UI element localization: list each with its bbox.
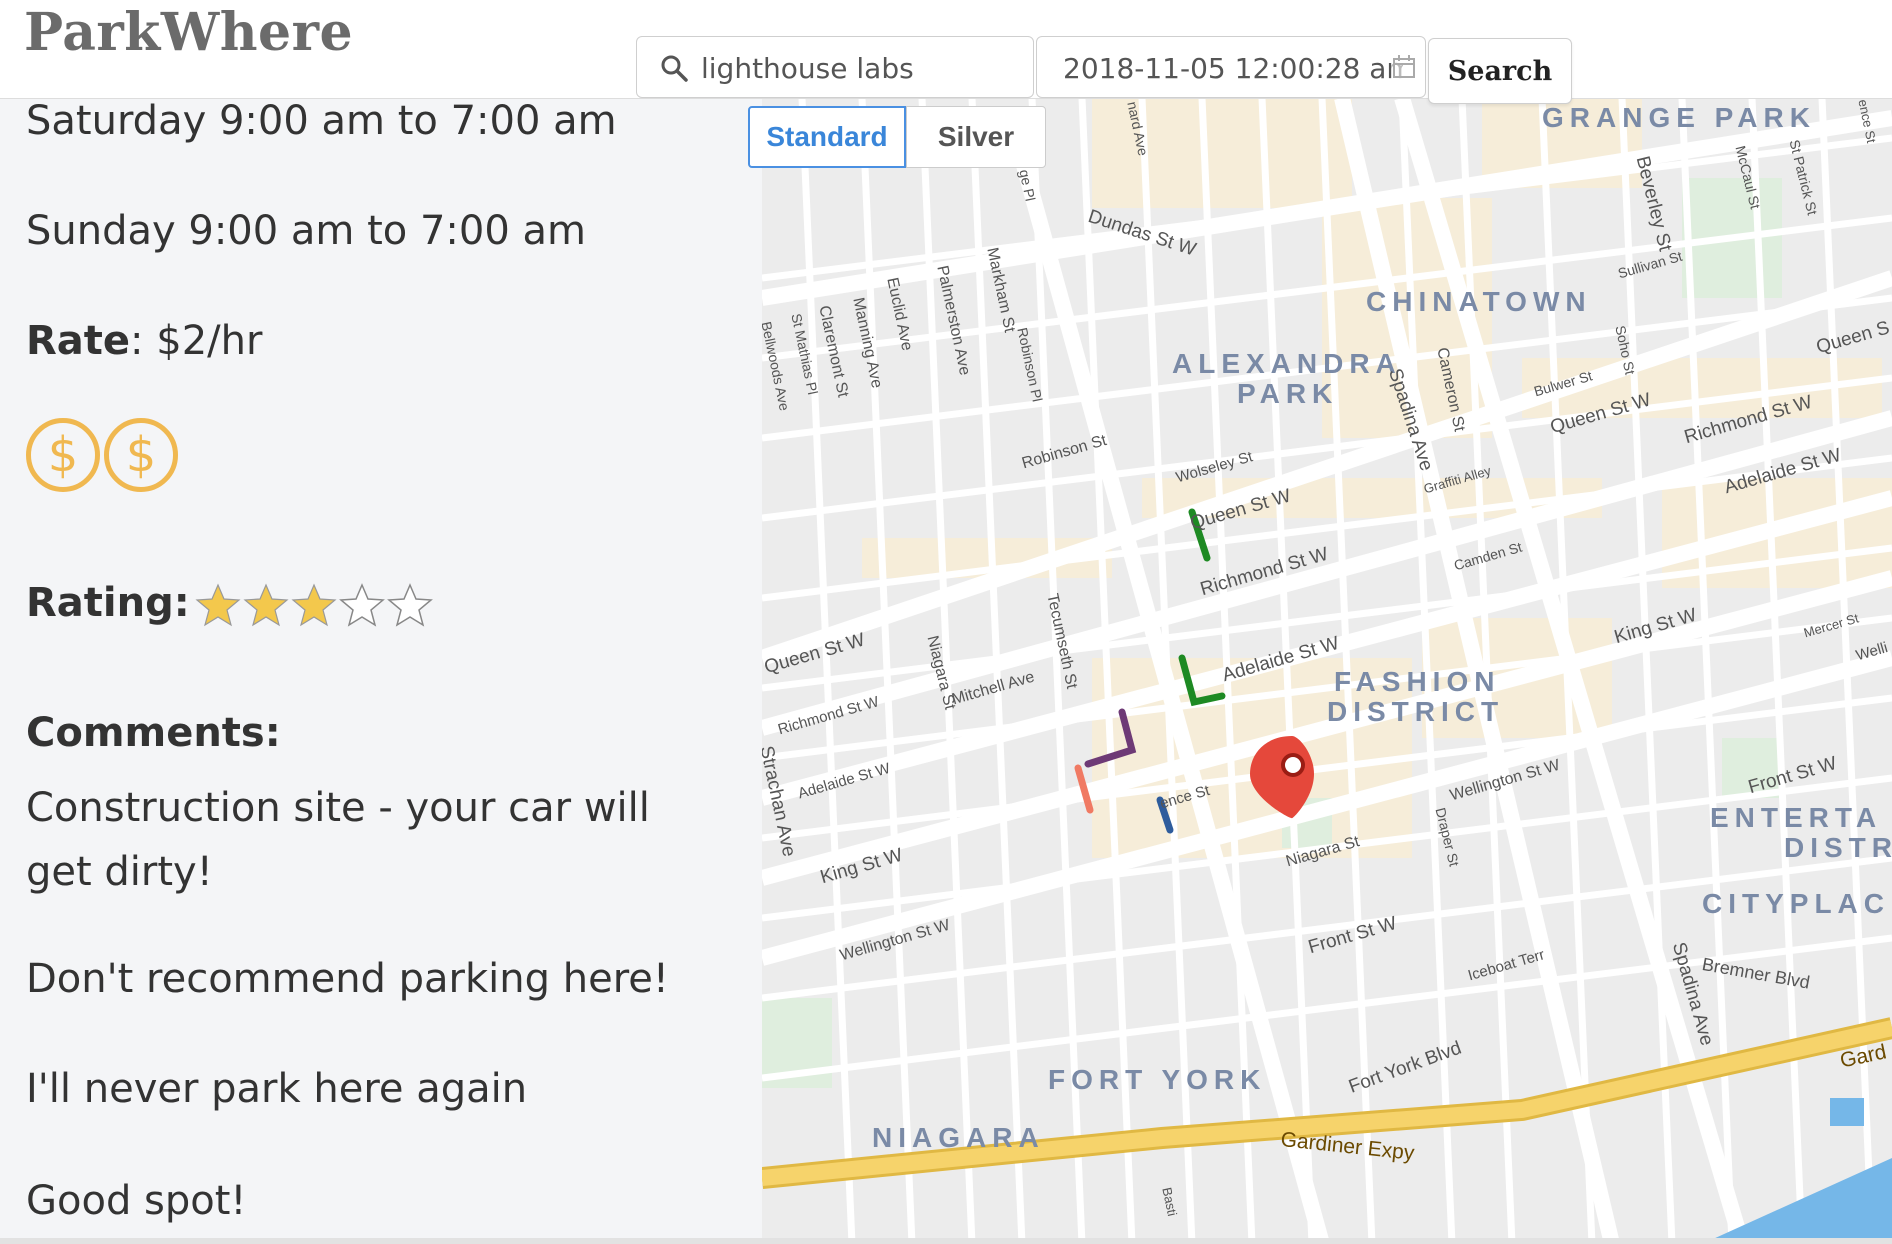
search-button[interactable]: Search: [1428, 38, 1572, 104]
map-area-label: ENTERTA: [1710, 802, 1883, 833]
map-area-label: CHINATOWN: [1366, 286, 1592, 317]
search-input[interactable]: [699, 47, 1023, 89]
map-area-label: GRANGE PARK: [1542, 102, 1816, 133]
datetime-input[interactable]: [1061, 47, 1405, 89]
price-level: $ $: [26, 418, 178, 492]
datetime-picker[interactable]: [1036, 36, 1426, 98]
dollar-coin-icon: $: [104, 418, 178, 492]
location-search-box[interactable]: [636, 36, 1034, 98]
star-filled-icon: [291, 583, 337, 627]
app-logo[interactable]: ParkWhere: [24, 2, 353, 63]
map-area-label: DISTRICT: [1327, 696, 1505, 727]
comment-item: Construction site - your car will get di…: [26, 785, 650, 895]
comment-item: I'll never park here again: [26, 1066, 528, 1112]
hours-saturday: Saturday 9:00 am to 7:00 am: [26, 98, 617, 144]
rating-label: Rating:: [26, 580, 190, 626]
map-area-label: ALEXANDRA: [1172, 348, 1402, 379]
calendar-icon[interactable]: [1391, 53, 1417, 81]
slip-water: [1830, 1098, 1864, 1126]
bottom-edge: [0, 1238, 1892, 1244]
rating: Rating:: [26, 576, 434, 630]
map-area-label: CITYPLAC: [1702, 888, 1890, 919]
map-type-toggle: Standard Silver: [748, 106, 1046, 168]
rate-label: Rate: [26, 318, 131, 364]
map-type-standard-button[interactable]: Standard: [748, 106, 906, 168]
map-area-label: PARK: [1237, 378, 1339, 409]
rate-value: : $2/hr: [130, 318, 263, 364]
star-empty-icon: [386, 583, 433, 627]
rate-line: Rate: $2/hr: [26, 318, 262, 364]
parking-spot-details: Saturday 9:00 am to 7:00 am Sunday 9:00 …: [0, 98, 762, 1244]
app-header: ParkWhere Search: [0, 0, 1892, 104]
search-icon: [661, 55, 688, 82]
comment-item: Don't recommend parking here!: [26, 956, 669, 1002]
star-filled-icon: [243, 583, 289, 627]
map-type-silver-button[interactable]: Silver: [906, 106, 1046, 168]
map-area-label: DISTR: [1784, 832, 1892, 863]
map-area-label: FASHION: [1334, 666, 1501, 697]
star-filled-icon: [195, 583, 241, 627]
star-empty-icon: [338, 583, 385, 627]
comments-label: Comments:: [26, 710, 281, 756]
hours-sunday: Sunday 9:00 am to 7:00 am: [26, 208, 586, 254]
dollar-coin-icon: $: [26, 418, 100, 492]
star-rating: [194, 582, 434, 630]
map-area-label: FORT YORK: [1048, 1064, 1267, 1095]
map-view[interactable]: GRANGE PARK CHINATOWN ALEXANDRA PARK FAS…: [762, 98, 1892, 1244]
comment-item: Good spot!: [26, 1178, 247, 1224]
map-area-label: NIAGARA: [872, 1122, 1045, 1153]
